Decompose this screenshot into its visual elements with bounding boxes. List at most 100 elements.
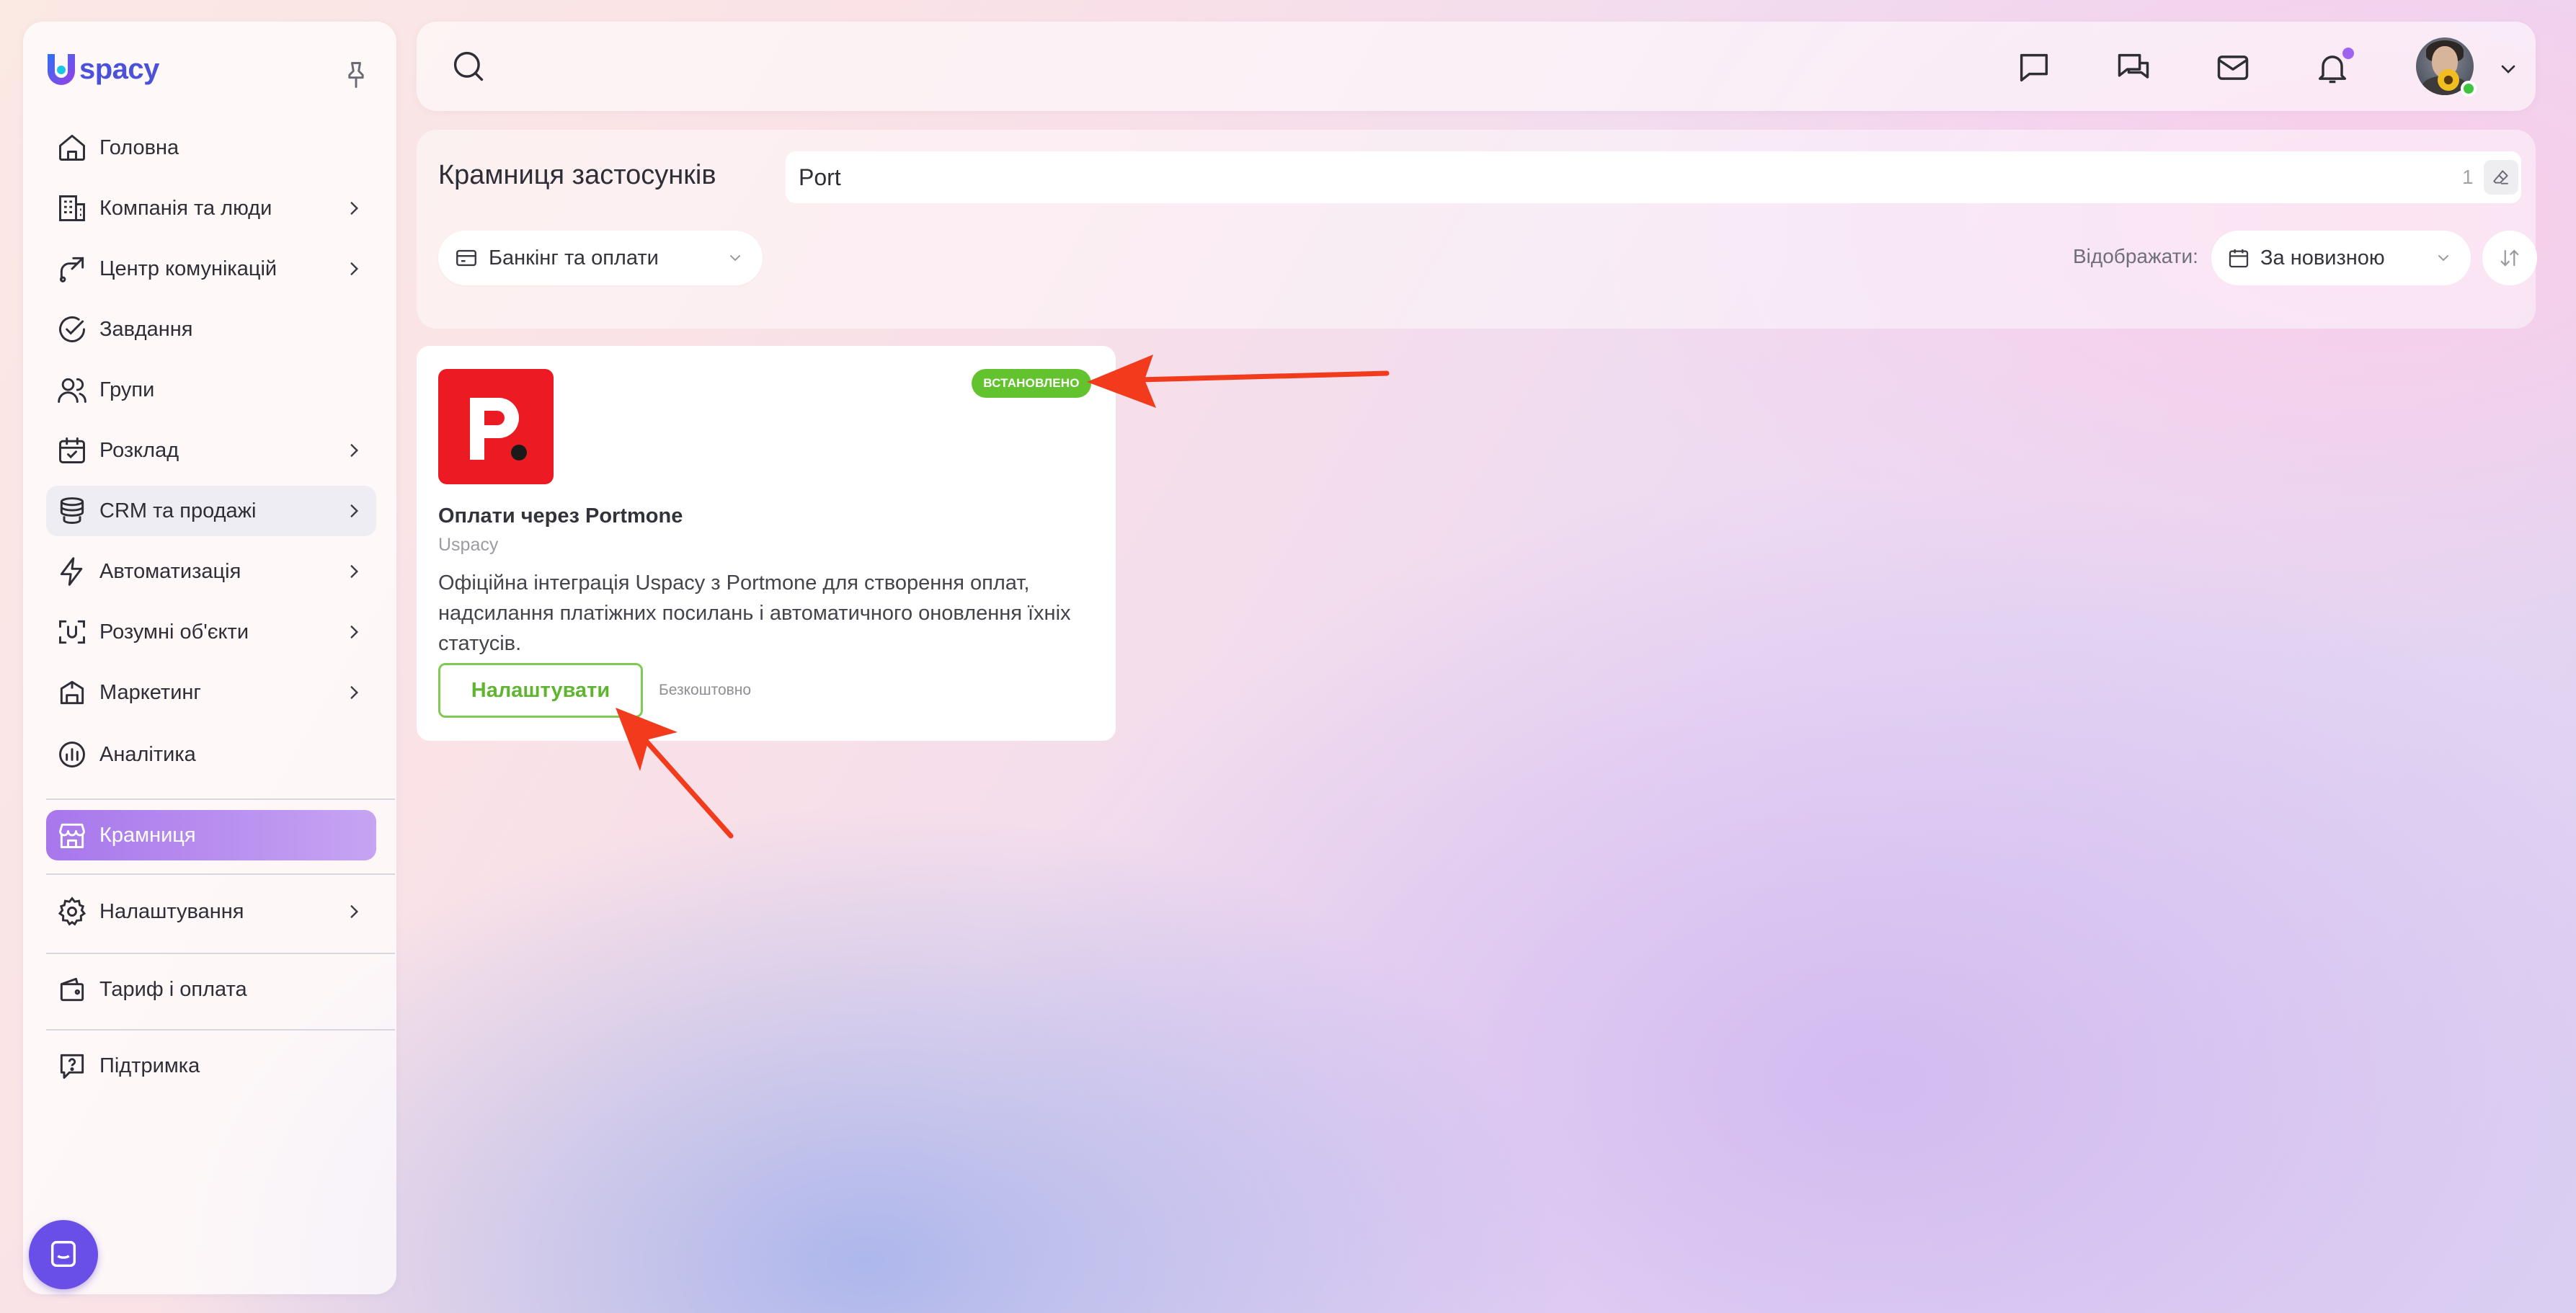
chevron-right-icon	[350, 444, 359, 457]
sidebar-divider	[46, 873, 395, 875]
app-card-portmone[interactable]: ВСТАНОВЛЕНО Оплати через Portmone Uspacy…	[417, 346, 1116, 741]
configure-button[interactable]: Налаштувати	[438, 663, 643, 718]
chevron-right-icon	[350, 905, 359, 918]
sidebar-item-communications[interactable]: Центр комунікацій	[46, 244, 376, 294]
sidebar-item-marketing[interactable]: Маркетинг	[46, 667, 376, 718]
chevron-right-icon	[350, 686, 359, 699]
sidebar-item-label: Центр комунікацій	[99, 257, 277, 280]
pin-icon[interactable]	[340, 59, 372, 91]
page-title: Крамниця застосунків	[438, 160, 716, 190]
sidebar-item-support[interactable]: Підтримка	[46, 1041, 376, 1091]
sidebar-item-label: Розумні об'єкти	[99, 620, 249, 644]
notification-dot	[2342, 48, 2354, 59]
category-select-value: Банкінг та оплати	[489, 246, 659, 270]
home-icon	[55, 130, 89, 165]
conversations-icon[interactable]	[2115, 49, 2152, 86]
sidebar-item-label: Налаштування	[99, 899, 244, 923]
building-icon	[55, 191, 89, 226]
category-select[interactable]: Банкінг та оплати	[438, 231, 763, 285]
app-name[interactable]: Оплати через Portmone	[438, 504, 683, 528]
online-status-dot	[2461, 81, 2477, 97]
credit-card-icon	[456, 249, 476, 267]
avatar-flower	[2438, 69, 2459, 91]
check-circle-icon	[55, 312, 89, 347]
sidebar-item-label: Тариф і оплата	[99, 977, 247, 1001]
app-description: Офіційна інтеграція Uspacy з Portmone дл…	[438, 571, 1071, 655]
top-bar	[417, 22, 2536, 111]
users-icon	[55, 373, 89, 407]
chevron-right-icon	[350, 565, 359, 578]
sidebar-item-billing[interactable]: Тариф і оплата	[46, 964, 376, 1015]
brand-name: spacy	[79, 53, 159, 85]
chat-icon	[50, 1241, 76, 1268]
sidebar-divider	[46, 1029, 395, 1031]
installed-badge: ВСТАНОВЛЕНО	[972, 369, 1091, 398]
sort-descending-icon	[2500, 249, 2519, 267]
calendar-icon	[2229, 249, 2249, 268]
app-vendor: Uspacy	[438, 535, 499, 555]
chevron-right-icon	[350, 262, 359, 275]
sidebar-item-company[interactable]: Компанія та люди	[46, 183, 376, 233]
sidebar-item-label: Крамниця	[99, 823, 196, 847]
app-price: Безкоштовно	[659, 682, 752, 698]
support-chat-button[interactable]	[29, 1220, 98, 1289]
sidebar-item-crm[interactable]: CRM та продажі	[46, 486, 376, 536]
uspacy-logo-icon	[48, 54, 75, 85]
lightning-icon	[55, 554, 89, 589]
gear-icon	[55, 894, 89, 929]
megaphone-icon	[55, 675, 89, 710]
sidebar-item-analytics[interactable]: Аналітика	[46, 729, 376, 780]
sidebar-item-label: Автоматизація	[99, 559, 241, 583]
store-icon	[55, 818, 89, 853]
portmone-logo	[438, 369, 554, 484]
sidebar-item-label: Компанія та люди	[99, 196, 272, 220]
clear-search-button[interactable]	[2484, 160, 2518, 195]
eraser-icon	[2493, 170, 2508, 184]
chevron-right-icon	[350, 626, 359, 638]
sidebar-item-label: Маркетинг	[99, 680, 201, 704]
sidebar-divider	[46, 953, 395, 954]
sidebar-item-label: Розклад	[99, 438, 179, 462]
help-chat-icon	[55, 1049, 89, 1083]
sidebar-item-store[interactable]: Крамниця	[46, 810, 376, 860]
chevron-down-icon	[730, 255, 740, 262]
chevron-down-icon	[2438, 255, 2448, 262]
store-search-input[interactable]	[786, 151, 2521, 203]
chevron-right-icon	[350, 504, 359, 517]
wallet-icon	[55, 972, 89, 1007]
sidebar-item-schedule[interactable]: Розклад	[46, 425, 376, 476]
sidebar-item-label: CRM та продажі	[99, 499, 257, 522]
coins-icon	[55, 494, 89, 528]
uspacy-logo[interactable]: spacy	[45, 49, 159, 89]
chat-bubble-icon[interactable]	[2015, 49, 2053, 86]
sort-select[interactable]: За новизною	[2211, 231, 2471, 285]
search-icon[interactable]	[450, 48, 487, 85]
sort-select-value: За новизною	[2260, 246, 2385, 270]
sidebar-item-label: Головна	[99, 135, 179, 159]
mail-icon[interactable]	[2214, 49, 2252, 86]
sidebar-item-label: Завдання	[99, 317, 193, 341]
sidebar-item-label: Групи	[99, 378, 155, 401]
sidebar-item-automation[interactable]: Автоматизація	[46, 546, 376, 597]
sort-label: Відображати:	[2073, 245, 2198, 267]
chevron-right-icon	[350, 202, 359, 215]
arrow-to-badge	[1087, 355, 1390, 408]
sidebar-item-settings[interactable]: Налаштування	[46, 886, 376, 937]
sidebar-item-label: Підтримка	[99, 1054, 200, 1077]
sidebar-item-label: Аналітика	[99, 742, 196, 766]
communication-icon	[55, 252, 89, 286]
scan-object-icon	[55, 615, 89, 649]
sidebar-divider	[46, 798, 395, 800]
analytics-icon	[55, 737, 89, 772]
sidebar-item-home[interactable]: Головна	[46, 123, 376, 173]
portmone-logo-icon	[470, 398, 527, 460]
store-header-panel: Крамниця застосунків 1 Банкінг та оплати…	[417, 130, 2537, 329]
calendar-icon	[55, 433, 89, 468]
sidebar: spacy Головна Компанія та люди Центр ком…	[23, 22, 396, 1294]
chevron-down-icon[interactable]	[2497, 58, 2520, 81]
sidebar-item-tasks[interactable]: Завдання	[46, 304, 376, 355]
result-count: 1	[2462, 166, 2474, 188]
sidebar-item-smart-objects[interactable]: Розумні об'єкти	[46, 607, 376, 657]
sort-direction-button[interactable]	[2482, 231, 2537, 285]
sidebar-item-groups[interactable]: Групи	[46, 365, 376, 415]
